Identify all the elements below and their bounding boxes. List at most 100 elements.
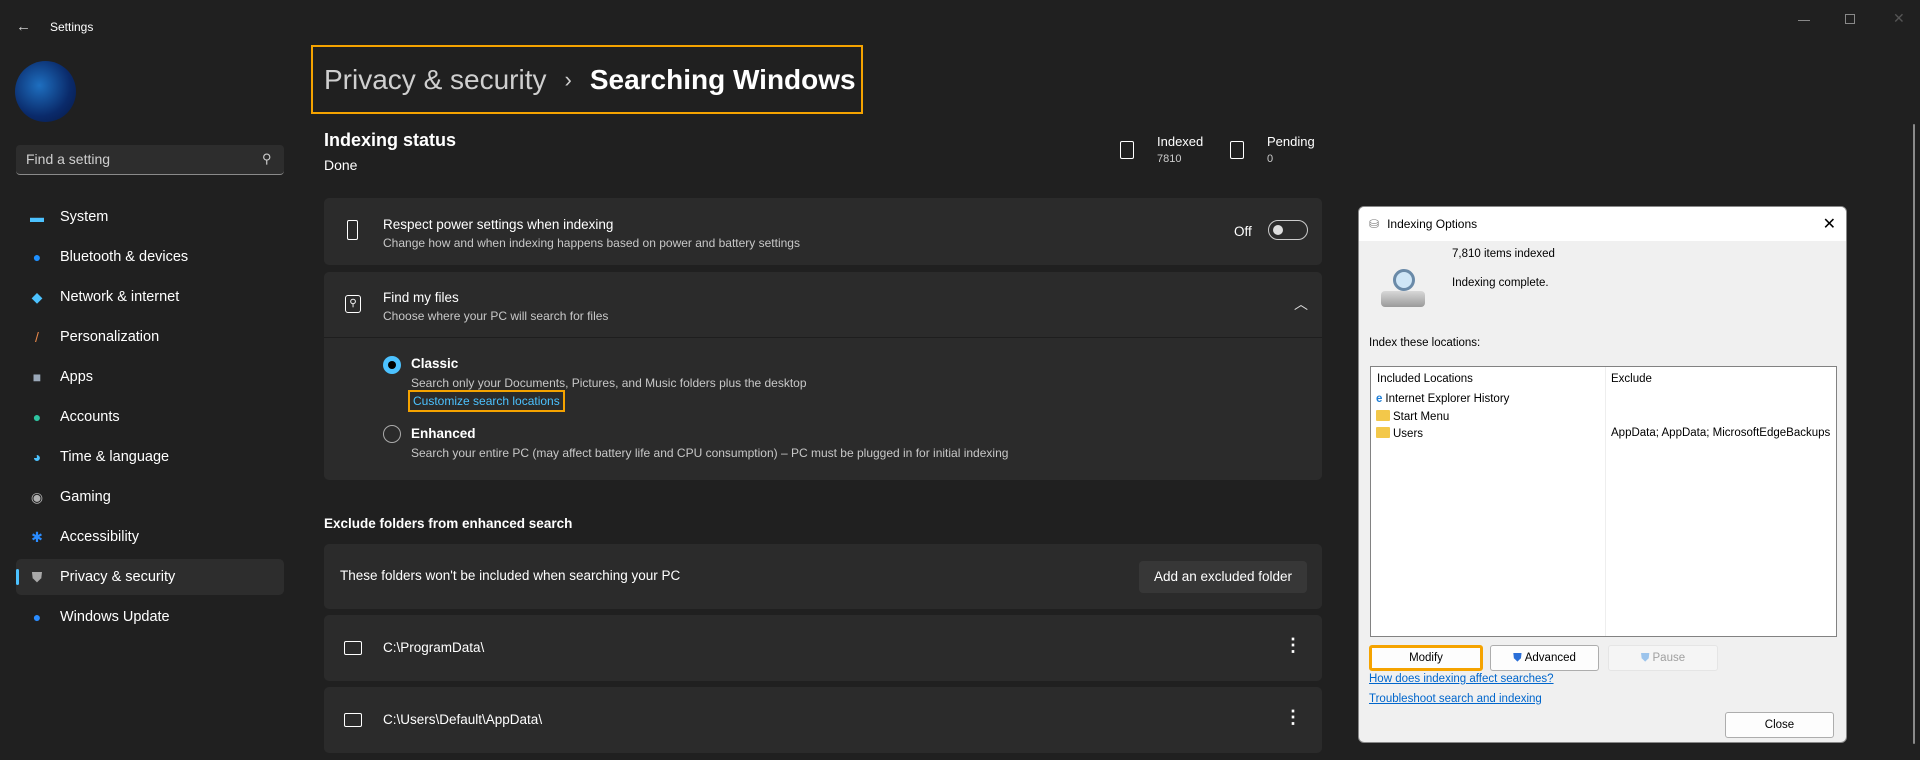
items-indexed-count: 7,810 items indexed <box>1452 248 1555 260</box>
folder-path: C:\ProgramData\ <box>383 640 485 655</box>
sidebar-item-label: Personalization <box>60 329 160 345</box>
uac-shield-icon: ⛊ <box>1640 651 1650 664</box>
sidebar-item-time-language[interactable]: ◕ Time & language <box>16 439 284 475</box>
sidebar-item-system[interactable]: ▬ System <box>16 199 284 235</box>
selection-indicator <box>16 569 19 585</box>
folder-icon <box>344 641 362 655</box>
shield-icon: ⛊ <box>31 568 43 585</box>
sidebar-item-label: Accessibility <box>60 529 139 545</box>
sidebar-item-label: Time & language <box>60 449 170 465</box>
find-my-files-card: ⚲ Find my files Choose where your PC wil… <box>324 272 1322 480</box>
sidebar-item-accessibility[interactable]: ✱ Accessibility <box>16 519 284 555</box>
power-desc: Change how and when indexing happens bas… <box>383 236 800 250</box>
enhanced-desc: Search your entire PC (may affect batter… <box>411 446 1009 460</box>
search-icon: ⚲ <box>262 151 272 166</box>
pending-value: 0 <box>1267 153 1274 165</box>
locations-label: Index these locations: <box>1369 337 1481 349</box>
exclude-heading: Exclude folders from enhanced search <box>324 516 573 531</box>
customize-search-locations-link[interactable]: Customize search locations <box>408 390 565 412</box>
drive-magnifier-icon <box>1381 269 1427 309</box>
accessibility-icon: ✱ <box>31 528 43 545</box>
wifi-icon: ◆ <box>31 288 43 305</box>
sidebar-item-network-internet[interactable]: ◆ Network & internet <box>16 279 284 315</box>
indexed-file-icon <box>1120 141 1134 159</box>
more-options-icon[interactable]: ⋮ <box>1284 707 1302 728</box>
find-my-files-desc: Choose where your PC will search for fil… <box>383 309 609 323</box>
modify-button[interactable]: Modify <box>1369 645 1483 671</box>
dialog-titlebar[interactable]: ⛁ Indexing Options ✕ <box>1359 207 1846 241</box>
restore-button[interactable] <box>1845 14 1855 24</box>
troubleshoot-link[interactable]: Troubleshoot search and indexing <box>1369 693 1542 705</box>
advanced-button[interactable]: ⛊ Advanced <box>1490 645 1599 671</box>
monitor-icon: ▬ <box>30 209 44 225</box>
sidebar-item-label: Bluetooth & devices <box>60 249 189 265</box>
power-toggle[interactable] <box>1268 220 1308 240</box>
dialog-close-icon[interactable]: ✕ <box>1823 214 1836 234</box>
pause-button[interactable]: ⛊ Pause <box>1608 645 1718 671</box>
sidebar-item-personalization[interactable]: / Personalization <box>16 319 284 355</box>
sidebar-item-windows-update[interactable]: ● Windows Update <box>16 599 284 635</box>
locations-list[interactable]: Included Locations Exclude e Internet Exp… <box>1370 366 1837 637</box>
sidebar-item-accounts[interactable]: ● Accounts <box>16 399 284 435</box>
enhanced-radio[interactable] <box>383 425 401 443</box>
close-button[interactable]: Close <box>1725 712 1834 738</box>
classic-radio[interactable] <box>383 356 401 374</box>
sidebar-item-label: Apps <box>60 369 94 385</box>
breadcrumb-parent[interactable]: Privacy & security <box>324 64 547 96</box>
sidebar-item-label: Network & internet <box>60 289 180 305</box>
bluetooth-icon: ● <box>32 249 42 265</box>
location-name: Users <box>1393 428 1424 440</box>
search-input[interactable] <box>26 151 246 167</box>
power-title: Respect power settings when indexing <box>383 217 614 232</box>
dialog-title: Indexing Options <box>1387 217 1478 231</box>
plug-icon <box>347 220 358 240</box>
find-my-files-header[interactable]: ⚲ Find my files Choose where your PC wil… <box>324 272 1322 338</box>
location-name: Internet Explorer History <box>1385 393 1510 405</box>
page-title: Searching Windows <box>589 63 856 95</box>
minimize-button[interactable] <box>1798 20 1810 21</box>
chevron-up-icon[interactable]: ︿ <box>1294 294 1308 314</box>
indexing-options-dialog: ⛁ Indexing Options ✕ 7,810 items indexed… <box>1358 206 1847 743</box>
ie-icon: e <box>1376 393 1383 405</box>
location-exclude: AppData; AppData; MicrosoftEdgeBackups <box>1611 427 1831 439</box>
back-button[interactable]: ← <box>16 18 31 35</box>
pending-file-icon <box>1230 141 1244 159</box>
breadcrumb-separator: › <box>564 66 572 92</box>
gamepad-icon: ◉ <box>30 488 44 505</box>
sidebar-item-label: Privacy & security <box>60 569 176 585</box>
col-exclude-header[interactable]: Exclude <box>1611 373 1652 385</box>
col-included-header[interactable]: Included Locations <box>1377 373 1473 385</box>
location-row[interactable]: Start Menu <box>1376 410 1449 423</box>
breadcrumb: Privacy & security › Searching Windows <box>311 45 863 114</box>
pending-label: Pending <box>1267 134 1315 149</box>
indexing-status-title: Indexing status <box>324 130 457 150</box>
sidebar-item-label: System <box>60 209 109 225</box>
scrollbar[interactable] <box>1913 124 1915 744</box>
power-settings-card: Respect power settings when indexing Cha… <box>324 198 1322 265</box>
indexed-label: Indexed <box>1157 134 1204 149</box>
avatar[interactable] <box>15 61 76 122</box>
location-name: Start Menu <box>1393 411 1450 423</box>
person-icon: ● <box>32 409 42 425</box>
sidebar-item-privacy-security[interactable]: ⛊ Privacy & security <box>16 559 284 595</box>
more-options-icon[interactable]: ⋮ <box>1284 635 1302 656</box>
search-file-icon: ⚲ <box>345 295 361 313</box>
sidebar-item-bluetooth-devices[interactable]: ● Bluetooth & devices <box>16 239 284 275</box>
brush-icon: / <box>35 329 39 345</box>
location-row[interactable]: Users <box>1376 427 1423 440</box>
folder-icon <box>344 713 362 727</box>
sidebar-item-apps[interactable]: ■ Apps <box>16 359 284 395</box>
apps-icon: ■ <box>32 369 42 385</box>
search-box[interactable]: ⚲ <box>16 145 284 175</box>
excluded-folder-row: C:\ProgramData\ ⋮ <box>324 615 1322 681</box>
location-row[interactable]: e Internet Explorer History <box>1376 393 1509 405</box>
sidebar-item-label: Windows Update <box>60 609 170 625</box>
indexing-state: Indexing complete. <box>1452 277 1549 289</box>
exclude-desc: These folders won't be included when sea… <box>340 568 681 583</box>
indexing-affect-link[interactable]: How does indexing affect searches? <box>1369 673 1554 685</box>
add-excluded-folder-button[interactable]: Add an excluded folder <box>1139 561 1307 593</box>
close-window-button[interactable]: ✕ <box>1893 10 1905 27</box>
sidebar-item-gaming[interactable]: ◉ Gaming <box>16 479 284 515</box>
indexed-value: 7810 <box>1157 153 1182 165</box>
folder-path: C:\Users\Default\AppData\ <box>383 712 543 727</box>
